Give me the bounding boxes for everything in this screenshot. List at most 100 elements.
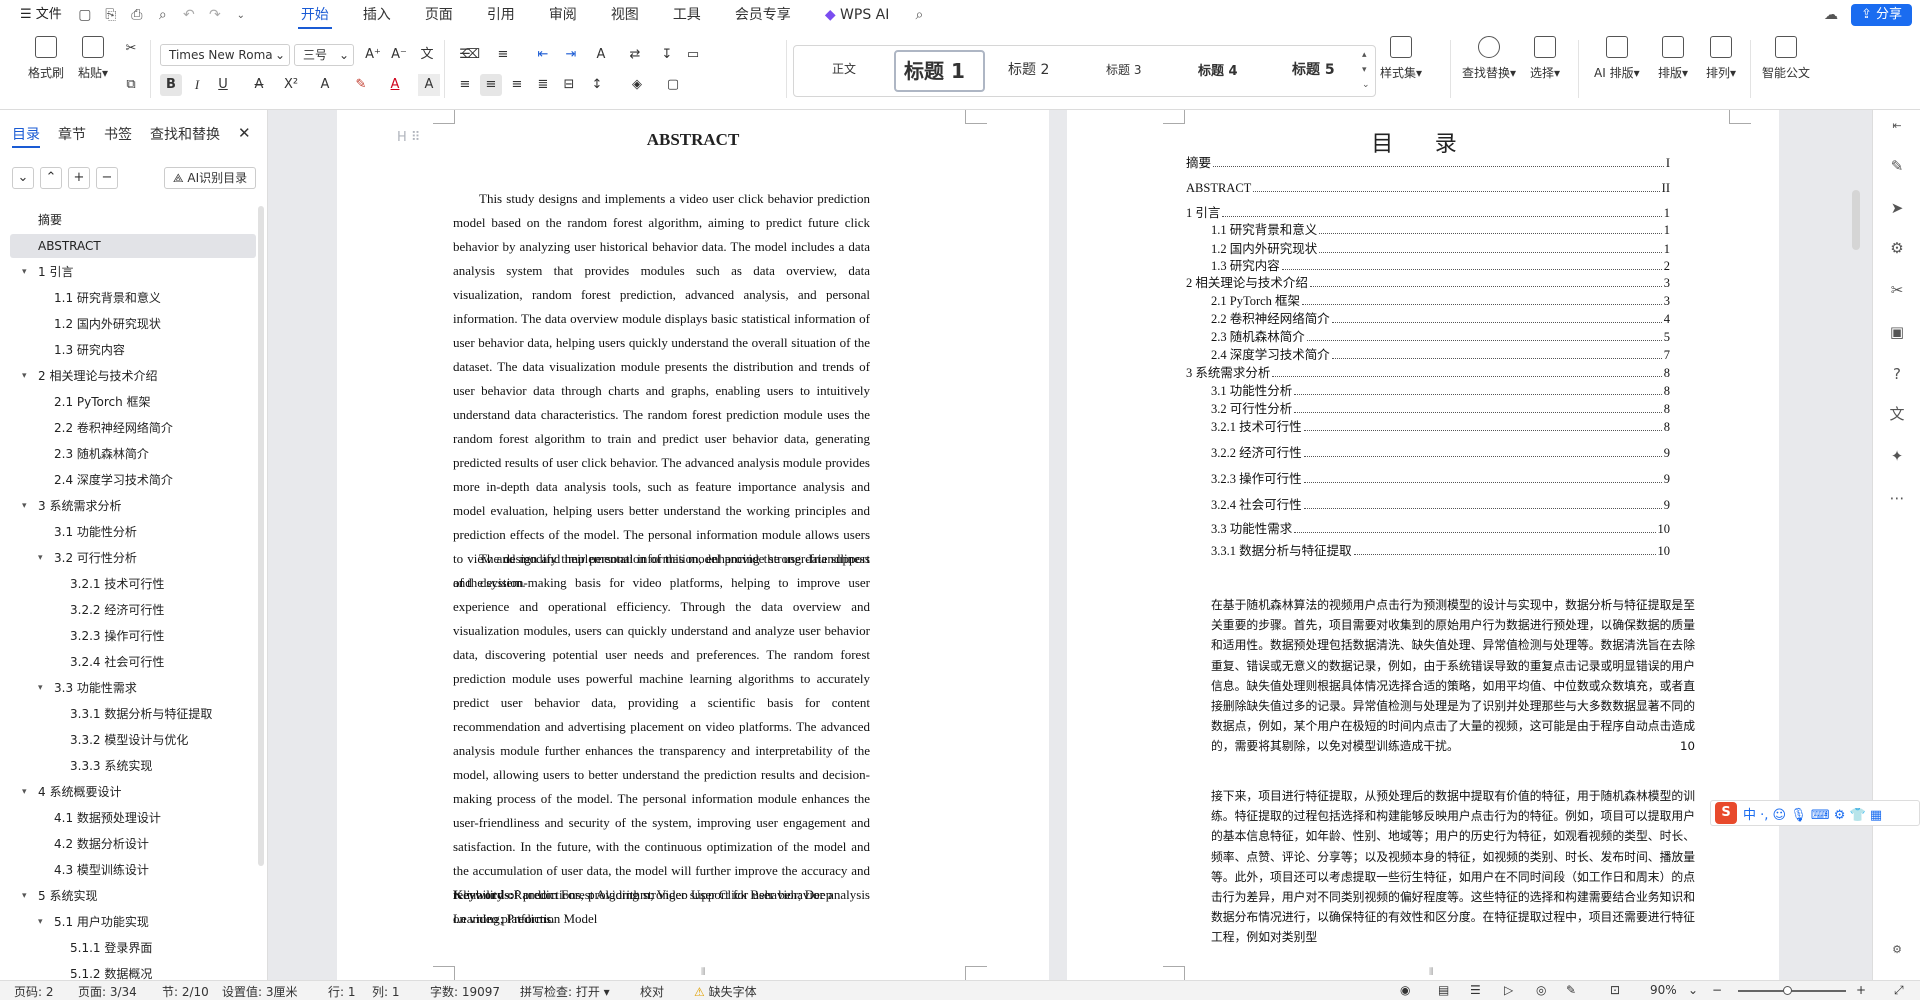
expand-arrow-icon[interactable]: ▾: [38, 910, 43, 934]
document-scrollbar[interactable]: [1852, 190, 1860, 250]
strikethrough-icon[interactable]: A: [248, 74, 270, 96]
sort-icon[interactable]: ↧: [656, 44, 678, 66]
expand-arrow-icon[interactable]: ▾: [22, 260, 27, 284]
toc-entry[interactable]: ABSTRACT II: [1186, 178, 1670, 196]
zoom-level[interactable]: 90%: [1650, 983, 1677, 997]
search-icon[interactable]: ⌕: [906, 2, 932, 28]
tab-toc[interactable]: 目录: [12, 124, 40, 144]
chinese-layout-icon[interactable]: A: [590, 44, 612, 66]
font-size-select[interactable]: 三号 ⌄: [294, 44, 354, 66]
border-icon[interactable]: ▢: [662, 74, 684, 96]
toc-item[interactable]: ▾ 5.1 用户功能实现: [10, 910, 256, 934]
ai-toc-button[interactable]: ⟁ AI识别目录: [164, 167, 256, 189]
zoom-slider-knob[interactable]: [1783, 986, 1792, 995]
layout-button[interactable]: 排版▾: [1658, 36, 1688, 81]
zoom-in-icon[interactable]: +: [1856, 983, 1866, 997]
toc-item[interactable]: 4.1 数据预处理设计: [10, 806, 256, 830]
align-left-icon[interactable]: ≡: [454, 74, 476, 96]
translate-icon[interactable]: 文: [1887, 404, 1907, 424]
align-center-icon[interactable]: ≡: [480, 74, 502, 96]
toc-item[interactable]: 3.1 功能性分析: [10, 520, 256, 544]
close-icon[interactable]: ✕: [238, 124, 251, 142]
toc-item[interactable]: 1.2 国内外研究现状: [10, 312, 256, 336]
paste-button[interactable]: 粘贴▾: [78, 36, 108, 81]
font-name-select[interactable]: Times New Roma ⌄: [160, 44, 290, 66]
page-view-icon[interactable]: ▤: [1438, 983, 1449, 997]
expand-arrow-icon[interactable]: ▾: [22, 884, 27, 908]
file-menu[interactable]: ☰ 文件: [10, 0, 72, 30]
justify-icon[interactable]: ≣: [532, 74, 554, 96]
toc-entry[interactable]: 2 相关理论与技术介绍 3: [1186, 272, 1670, 291]
expand-arrow-icon[interactable]: ▾: [22, 364, 27, 388]
toc-entry[interactable]: 1.1 研究背景和意义 1: [1211, 219, 1670, 238]
zoom-dropdown-icon[interactable]: ⌄: [1688, 983, 1698, 997]
page-resize-handle[interactable]: ⦀: [1429, 967, 1433, 978]
toc-item[interactable]: 1.1 研究背景和意义: [10, 286, 256, 310]
toc-item[interactable]: ▾ 2 相关理论与技术介绍: [10, 364, 256, 388]
status-page-number[interactable]: 页码: 2: [14, 983, 54, 1000]
toc-item[interactable]: 4.2 数据分析设计: [10, 832, 256, 856]
shading-icon[interactable]: ◈: [626, 74, 648, 96]
style-gallery-scroll[interactable]: ▴ ▾ ⌄: [1362, 48, 1370, 93]
toc-entry[interactable]: 摘要 I: [1186, 152, 1670, 171]
style-heading-3[interactable]: 标题 3: [1106, 61, 1141, 78]
grow-font-icon[interactable]: A⁺: [362, 44, 384, 66]
ai-layout-button[interactable]: AI 排版▾: [1594, 36, 1640, 81]
toc-item[interactable]: 3.2.2 经济可行性: [10, 598, 256, 622]
document-page-toc[interactable]: 目 录 摘要 I ABSTRACT II 1 引言 1 1.1 研究背景和意义 1 1.2 国内…: [1067, 110, 1779, 980]
distributed-icon[interactable]: ⊟: [558, 74, 580, 96]
tools-icon[interactable]: ✂: [1887, 280, 1907, 300]
style-heading-2[interactable]: 标题 2: [1008, 59, 1049, 79]
select-button[interactable]: 选择▾: [1530, 36, 1560, 81]
toc-entry[interactable]: 3.2.2 经济可行性 9: [1211, 442, 1670, 461]
toc-item[interactable]: 4.3 模型训练设计: [10, 858, 256, 882]
tab-find-replace[interactable]: 查找和替换: [150, 124, 220, 144]
status-spell-check[interactable]: 拼写检查: 打开 ▾: [520, 983, 610, 1000]
tab-home[interactable]: 开始: [284, 0, 346, 30]
tab-tools[interactable]: 工具: [656, 0, 718, 30]
status-pages[interactable]: 页面: 3/34: [78, 983, 137, 1000]
toc-item[interactable]: 2.3 随机森林简介: [10, 442, 256, 466]
print-preview-icon[interactable]: ⌕: [150, 2, 176, 28]
toc-entry[interactable]: 3.3 功能性需求 10: [1211, 518, 1670, 537]
arrange-button[interactable]: 排列▾: [1706, 36, 1736, 81]
text-direction-icon[interactable]: ⇄: [624, 44, 646, 66]
sidebar-scrollbar[interactable]: [258, 206, 264, 866]
toc-item[interactable]: 3.3.2 模型设计与优化: [10, 728, 256, 752]
toc-entry[interactable]: 2.2 卷积神经网络简介 4: [1211, 308, 1670, 327]
tab-member[interactable]: 会员专享: [718, 0, 808, 30]
print-icon[interactable]: ⎙: [124, 2, 150, 28]
rail-collapse-icon[interactable]: ⇤: [1887, 116, 1907, 136]
toc-entry[interactable]: 2.4 深度学习技术简介 7: [1211, 344, 1670, 363]
fit-page-icon[interactable]: ⊡: [1610, 983, 1620, 997]
tab-page[interactable]: 页面: [408, 0, 470, 30]
save-icon[interactable]: ▢: [72, 2, 98, 28]
fullscreen-icon[interactable]: ⤢: [1894, 983, 1904, 998]
bold-icon[interactable]: B: [160, 74, 182, 96]
toc-item[interactable]: 摘要: [10, 208, 256, 232]
status-setting[interactable]: 设置值: 3厘米: [222, 983, 298, 1000]
status-word-count[interactable]: 字数: 19097: [430, 983, 500, 1000]
expand-arrow-icon[interactable]: ▾: [38, 676, 43, 700]
toc-entry[interactable]: 3.3.1 数据分析与特征提取 10: [1211, 540, 1670, 559]
write-icon[interactable]: ✎: [1566, 983, 1576, 997]
copy-icon[interactable]: ⧉: [120, 74, 142, 96]
cloud-sync-icon[interactable]: ☁: [1818, 2, 1844, 28]
redo-icon[interactable]: ↷: [202, 2, 228, 28]
toc-item[interactable]: ▾ 1 引言: [10, 260, 256, 284]
export-pdf-icon[interactable]: ⎘: [98, 2, 124, 28]
status-proofread[interactable]: 校对: [640, 983, 664, 1000]
web-view-icon[interactable]: ◎: [1536, 983, 1546, 997]
smart-doc-button[interactable]: 智能公文: [1762, 36, 1810, 81]
toc-item[interactable]: ABSTRACT: [10, 234, 256, 258]
pen-icon[interactable]: ✎: [1887, 156, 1907, 176]
style-heading-4[interactable]: 标题 4: [1198, 60, 1238, 79]
font-color-icon[interactable]: A: [384, 74, 406, 96]
decrease-indent-icon[interactable]: ⇤: [532, 44, 554, 66]
toc-item[interactable]: ▾ 3.3 功能性需求: [10, 676, 256, 700]
image-edit-icon[interactable]: ▣: [1887, 322, 1907, 342]
expand-arrow-icon[interactable]: ▾: [22, 494, 27, 518]
status-section[interactable]: 节: 2/10: [162, 983, 209, 1000]
play-icon[interactable]: ▷: [1504, 983, 1513, 997]
toc-item[interactable]: 2.1 PyTorch 框架: [10, 390, 256, 414]
